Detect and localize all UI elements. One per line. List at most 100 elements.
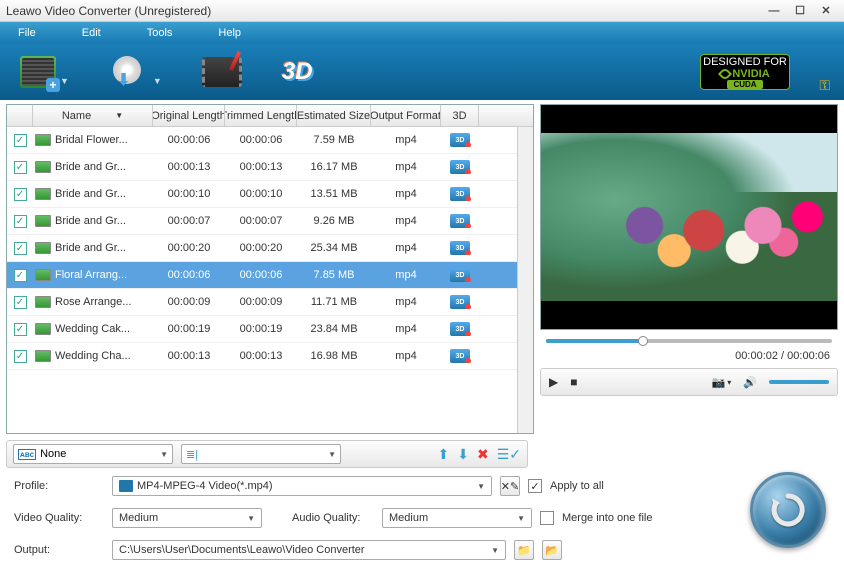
- table-row[interactable]: ✓Rose Arrange...00:00:0900:00:0911.71 MB…: [7, 289, 517, 316]
- video-preview[interactable]: [540, 104, 838, 330]
- add-video-button[interactable]: + ▼: [20, 56, 69, 88]
- table-row[interactable]: ✓Wedding Cak...00:00:1900:00:1923.84 MBm…: [7, 316, 517, 343]
- output-combo[interactable]: C:\Users\User\Documents\Leawo\Video Conv…: [112, 540, 506, 560]
- col-size[interactable]: Estimated Size: [297, 105, 371, 126]
- columns-combo[interactable]: ≣| ▼: [181, 444, 341, 464]
- 3d-button[interactable]: 3D: [282, 58, 313, 86]
- table-row[interactable]: ✓Floral Arrang...00:00:0600:00:067.85 MB…: [7, 262, 517, 289]
- rename-combo[interactable]: ᴀʙᴄ None ▼: [13, 444, 173, 464]
- row-3d-button[interactable]: 3D: [450, 322, 470, 336]
- browse-output-button[interactable]: 📁: [514, 540, 534, 560]
- row-checkbox[interactable]: ✓: [14, 242, 27, 255]
- load-dvd-button[interactable]: ⬇ ▼: [109, 56, 162, 88]
- row-size: 11.71 MB: [297, 296, 371, 308]
- video-file-icon: [35, 161, 51, 173]
- row-3d-button[interactable]: 3D: [450, 133, 470, 147]
- row-3d-button[interactable]: 3D: [450, 187, 470, 201]
- remove-button[interactable]: ✖: [477, 446, 489, 463]
- 3d-text-icon: 3D: [282, 58, 313, 86]
- move-down-button[interactable]: ⬇: [457, 446, 469, 463]
- maximize-button[interactable]: ☐: [788, 3, 812, 19]
- row-original: 00:00:20: [153, 242, 225, 254]
- video-file-icon: [35, 350, 51, 362]
- row-checkbox[interactable]: ✓: [14, 161, 27, 174]
- row-trimmed: 00:00:06: [225, 269, 297, 281]
- row-checkbox[interactable]: ✓: [14, 215, 27, 228]
- row-name: Wedding Cha...: [53, 350, 153, 362]
- row-checkbox[interactable]: ✓: [14, 350, 27, 363]
- row-trimmed: 00:00:19: [225, 323, 297, 335]
- row-checkbox[interactable]: ✓: [14, 296, 27, 309]
- row-name: Bridal Flower...: [53, 134, 153, 146]
- volume-slider[interactable]: [769, 380, 829, 384]
- table-row[interactable]: ✓Bride and Gr...00:00:2000:00:2025.34 MB…: [7, 235, 517, 262]
- edit-video-button[interactable]: [202, 57, 242, 87]
- col-name[interactable]: Name▼: [33, 105, 153, 126]
- row-trimmed: 00:00:07: [225, 215, 297, 227]
- vertical-scrollbar[interactable]: [517, 127, 533, 433]
- row-size: 23.84 MB: [297, 323, 371, 335]
- col-check[interactable]: [7, 105, 33, 126]
- snapshot-button[interactable]: 📷▾: [712, 376, 732, 389]
- row-3d-button[interactable]: 3D: [450, 349, 470, 363]
- close-button[interactable]: ✕: [814, 3, 838, 19]
- col-original[interactable]: Original Length: [153, 105, 225, 126]
- convert-arrow-icon: [768, 490, 808, 530]
- row-checkbox[interactable]: ✓: [14, 323, 27, 336]
- table-row[interactable]: ✓Wedding Cha...00:00:1300:00:1316.98 MBm…: [7, 343, 517, 370]
- volume-button[interactable]: 🔊: [743, 376, 757, 389]
- row-3d-button[interactable]: 3D: [450, 295, 470, 309]
- disc-download-icon: ⬇: [109, 56, 149, 88]
- audio-quality-value: Medium: [389, 512, 428, 524]
- columns-icon: ≣|: [186, 448, 198, 461]
- col-3d[interactable]: 3D: [441, 105, 479, 126]
- row-checkbox[interactable]: ✓: [14, 188, 27, 201]
- row-size: 16.98 MB: [297, 350, 371, 362]
- col-format[interactable]: Output Format: [371, 105, 441, 126]
- profile-settings-button[interactable]: ✕✎: [500, 476, 520, 496]
- row-checkbox[interactable]: ✓: [14, 134, 27, 147]
- preview-panel: 00:00:02 / 00:00:06 ▶ ■ 📷▾ 🔊: [540, 104, 838, 434]
- table-row[interactable]: ✓Bride and Gr...00:00:1000:00:1013.51 MB…: [7, 181, 517, 208]
- row-trimmed: 00:00:20: [225, 242, 297, 254]
- menubar: File Edit Tools Help: [0, 22, 844, 44]
- menu-tools[interactable]: Tools: [139, 25, 181, 41]
- open-output-button[interactable]: 📂: [542, 540, 562, 560]
- row-3d-button[interactable]: 3D: [450, 214, 470, 228]
- table-row[interactable]: ✓Bride and Gr...00:00:0700:00:079.26 MBm…: [7, 208, 517, 235]
- menu-file[interactable]: File: [10, 25, 44, 41]
- folder-open-icon: 📂: [545, 544, 559, 557]
- row-format: mp4: [371, 269, 441, 281]
- profile-combo[interactable]: MP4-MPEG-4 Video(*.mp4) ▼: [112, 476, 492, 496]
- wrench-icon: ✕✎: [501, 480, 519, 493]
- camera-icon: 📷: [712, 376, 726, 389]
- row-checkbox[interactable]: ✓: [14, 269, 27, 282]
- video-file-icon: [35, 188, 51, 200]
- video-quality-combo[interactable]: Medium▼: [112, 508, 262, 528]
- seek-thumb[interactable]: [638, 336, 648, 346]
- register-key-icon[interactable]: ⚿: [819, 77, 830, 94]
- table-row[interactable]: ✓Bridal Flower...00:00:0600:00:067.59 MB…: [7, 127, 517, 154]
- file-list-panel: Name▼ Original Length Trimmed Length Est…: [6, 104, 534, 434]
- col-trimmed[interactable]: Trimmed Length: [225, 105, 297, 126]
- stop-button[interactable]: ■: [570, 375, 577, 389]
- merge-checkbox[interactable]: [540, 511, 554, 525]
- select-all-button[interactable]: ☰✓: [497, 446, 521, 463]
- row-size: 13.51 MB: [297, 188, 371, 200]
- row-original: 00:00:13: [153, 161, 225, 173]
- minimize-button[interactable]: —: [762, 3, 786, 19]
- move-up-button[interactable]: ⬆: [438, 446, 450, 463]
- row-3d-button[interactable]: 3D: [450, 268, 470, 282]
- apply-all-checkbox[interactable]: ✓: [528, 479, 542, 493]
- video-file-icon: [35, 134, 51, 146]
- convert-button[interactable]: [750, 472, 826, 548]
- menu-help[interactable]: Help: [210, 25, 249, 41]
- play-button[interactable]: ▶: [549, 375, 558, 389]
- seek-slider[interactable]: [546, 339, 832, 343]
- row-original: 00:00:09: [153, 296, 225, 308]
- row-3d-button[interactable]: 3D: [450, 241, 470, 255]
- audio-quality-combo[interactable]: Medium▼: [382, 508, 532, 528]
- row-3d-button[interactable]: 3D: [450, 160, 470, 174]
- menu-edit[interactable]: Edit: [74, 25, 109, 41]
- table-row[interactable]: ✓Bride and Gr...00:00:1300:00:1316.17 MB…: [7, 154, 517, 181]
